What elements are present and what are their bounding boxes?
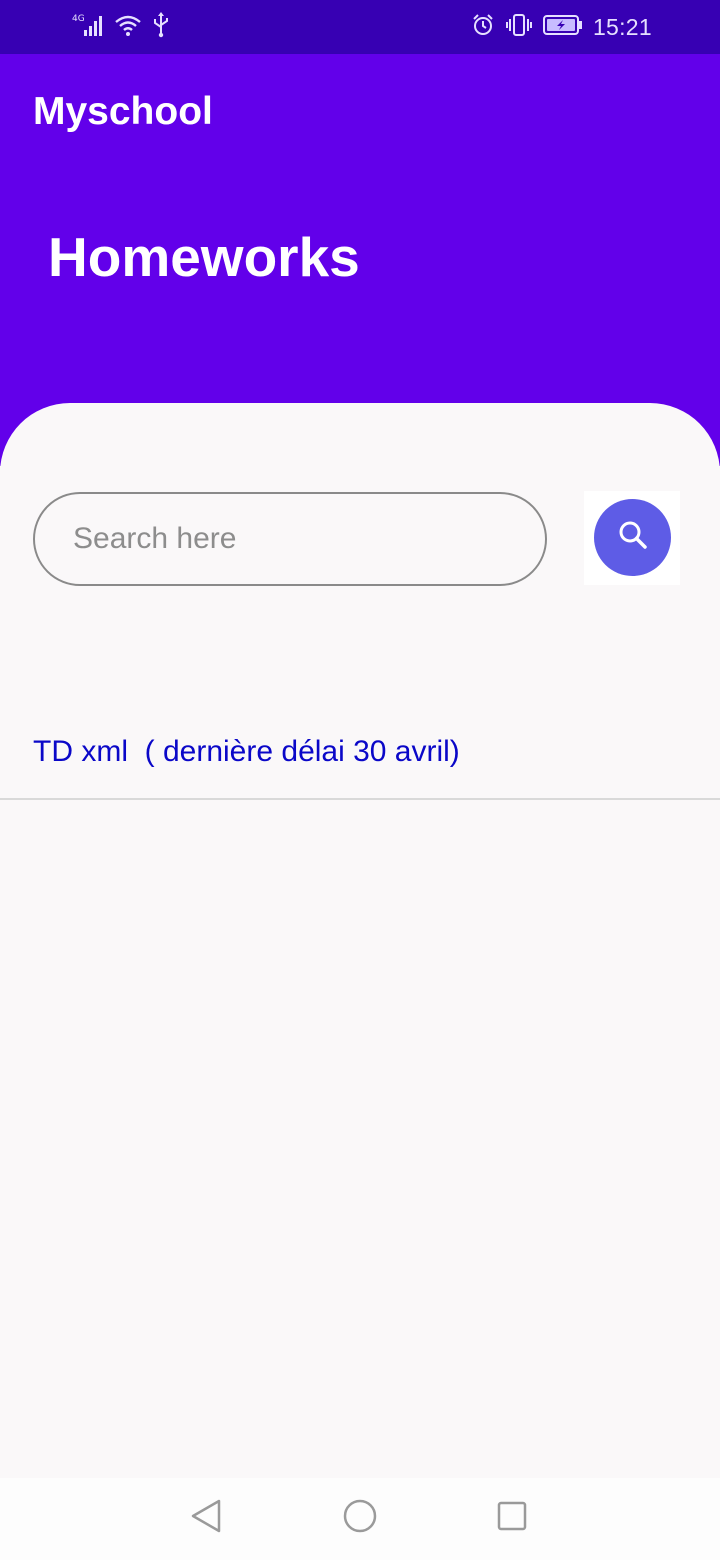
status-right-group: 15:21	[471, 12, 652, 42]
network-type-label: 4G	[72, 14, 85, 24]
wifi-icon	[114, 13, 142, 42]
recents-icon	[496, 1500, 528, 1537]
status-bar: 4G 15:21	[0, 0, 720, 54]
back-button[interactable]	[186, 1498, 226, 1538]
homeworks-screen: 4G 15:21 Myschool Homeworks Search here …	[0, 0, 720, 1560]
alarm-icon	[471, 13, 495, 42]
vibrate-icon	[505, 13, 533, 42]
home-button[interactable]	[340, 1498, 380, 1538]
page-title: Homeworks	[48, 226, 360, 288]
recents-button[interactable]	[492, 1498, 532, 1538]
battery-charging-icon	[542, 14, 583, 41]
content-card: TD xml ( dernière délai 30 avril)	[0, 403, 720, 1478]
homework-list-item[interactable]: TD xml ( dernière délai 30 avril)	[0, 703, 720, 800]
back-icon	[189, 1498, 223, 1539]
usb-icon	[152, 11, 170, 43]
navigation-bar	[0, 1478, 720, 1560]
search-icon	[616, 518, 650, 557]
signal-icon: 4G	[70, 12, 104, 43]
search-button-container	[584, 491, 680, 585]
app-bar: Myschool	[0, 54, 720, 166]
home-icon	[342, 1498, 378, 1539]
search-button[interactable]	[594, 499, 671, 576]
homework-item-label: TD xml ( dernière délai 30 avril)	[33, 735, 460, 768]
app-title: Myschool	[33, 90, 213, 133]
search-input[interactable]	[33, 492, 547, 586]
status-time: 15:21	[592, 13, 652, 40]
status-left-group: 4G	[70, 11, 170, 43]
